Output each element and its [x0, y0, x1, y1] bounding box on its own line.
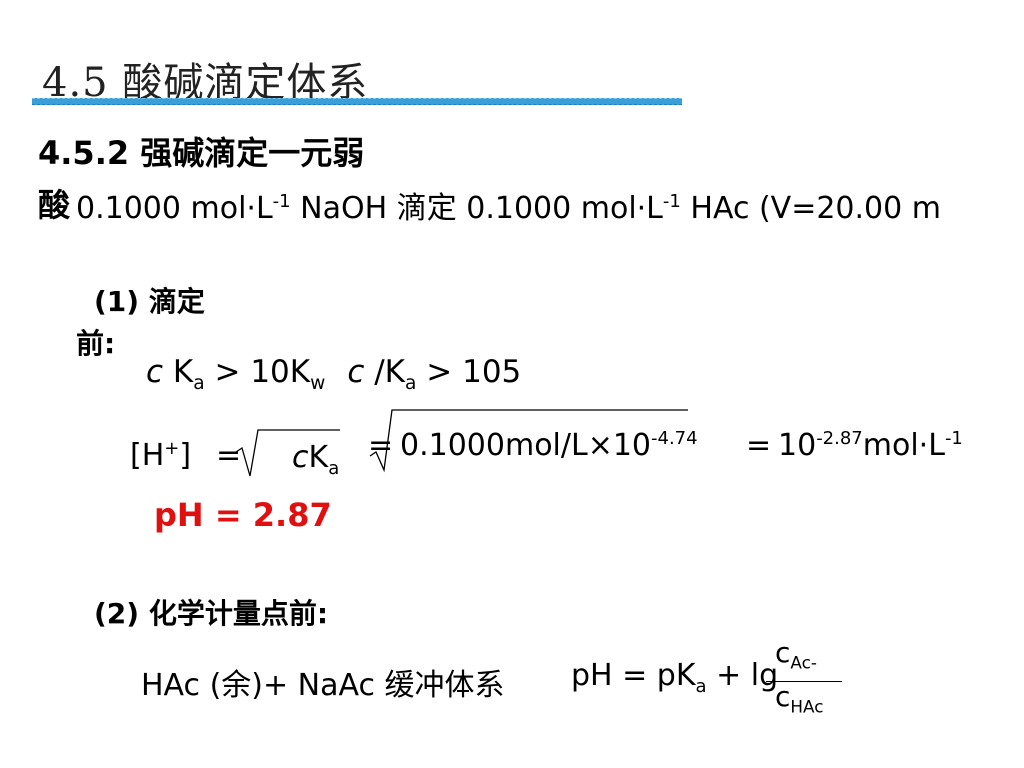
- fraction-numerator: cAc-: [775, 636, 817, 671]
- henderson-equation: pH = pKa + lg: [571, 658, 779, 696]
- ph-result: pH = 2.87: [154, 496, 332, 534]
- henderson-sub-a: a: [695, 676, 707, 697]
- numerator-sub: Ac-: [790, 652, 817, 673]
- fraction-denominator: cHAc: [775, 680, 823, 715]
- step2-heading: (2) 化学计量点前:: [94, 597, 329, 630]
- henderson-lhs: pH = pK: [571, 658, 696, 693]
- henderson-plus-lg: + lg: [706, 658, 779, 693]
- buffer-system-label: HAc (余)+ NaAc 缓冲体系: [141, 668, 505, 703]
- denominator-c: c: [775, 680, 791, 713]
- radical-signs: [235, 409, 688, 477]
- numerator-c: c: [775, 636, 791, 669]
- large-radical-sign: [369, 409, 688, 473]
- small-radical-sign: [235, 429, 340, 477]
- denominator-sub: HAc: [790, 696, 824, 717]
